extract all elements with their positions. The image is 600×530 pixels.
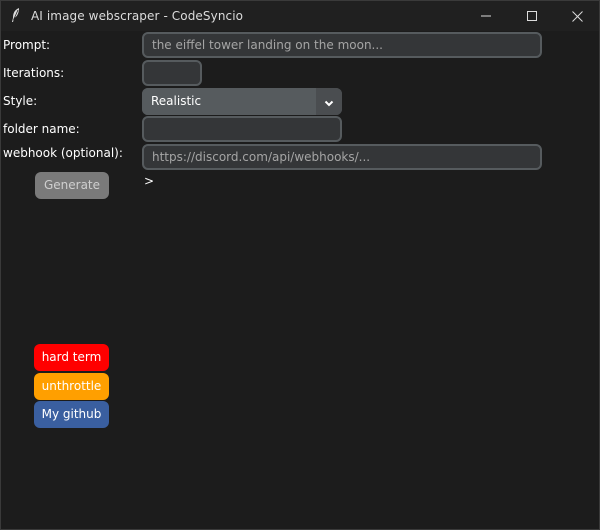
github-button[interactable]: My github xyxy=(34,401,109,428)
iterations-label: Iterations: xyxy=(3,66,65,80)
folder-name-label: folder name: xyxy=(3,122,80,136)
close-button[interactable] xyxy=(554,1,600,31)
webhook-input[interactable] xyxy=(142,144,542,170)
minimize-icon xyxy=(481,11,491,21)
style-label: Style: xyxy=(3,94,38,108)
maximize-button[interactable] xyxy=(509,1,555,31)
folder-name-input[interactable] xyxy=(142,116,342,142)
generate-button[interactable]: Generate xyxy=(35,172,109,199)
chevron-down-icon xyxy=(324,92,334,111)
minimize-button[interactable] xyxy=(463,1,509,31)
title-bar[interactable]: AI image webscraper - CodeSyncio xyxy=(1,1,599,31)
feather-icon xyxy=(10,7,22,23)
app-window: AI image webscraper - CodeSyncio Prompt:… xyxy=(0,0,600,530)
style-selected-value[interactable]: Realistic xyxy=(142,88,316,115)
close-icon xyxy=(571,10,583,22)
maximize-icon xyxy=(527,11,537,21)
prompt-input[interactable] xyxy=(142,32,542,58)
iterations-input[interactable] xyxy=(142,60,202,86)
prompt-label: Prompt: xyxy=(3,38,51,52)
window-title: AI image webscraper - CodeSyncio xyxy=(31,9,244,23)
output-console-prompt: > xyxy=(144,174,155,188)
style-dropdown-button[interactable] xyxy=(316,88,342,115)
webhook-label: webhook (optional): xyxy=(3,146,123,160)
style-dropdown[interactable]: Realistic xyxy=(142,88,342,115)
unthrottle-button[interactable]: unthrottle xyxy=(34,373,109,400)
hard-term-button[interactable]: hard term xyxy=(34,344,109,371)
